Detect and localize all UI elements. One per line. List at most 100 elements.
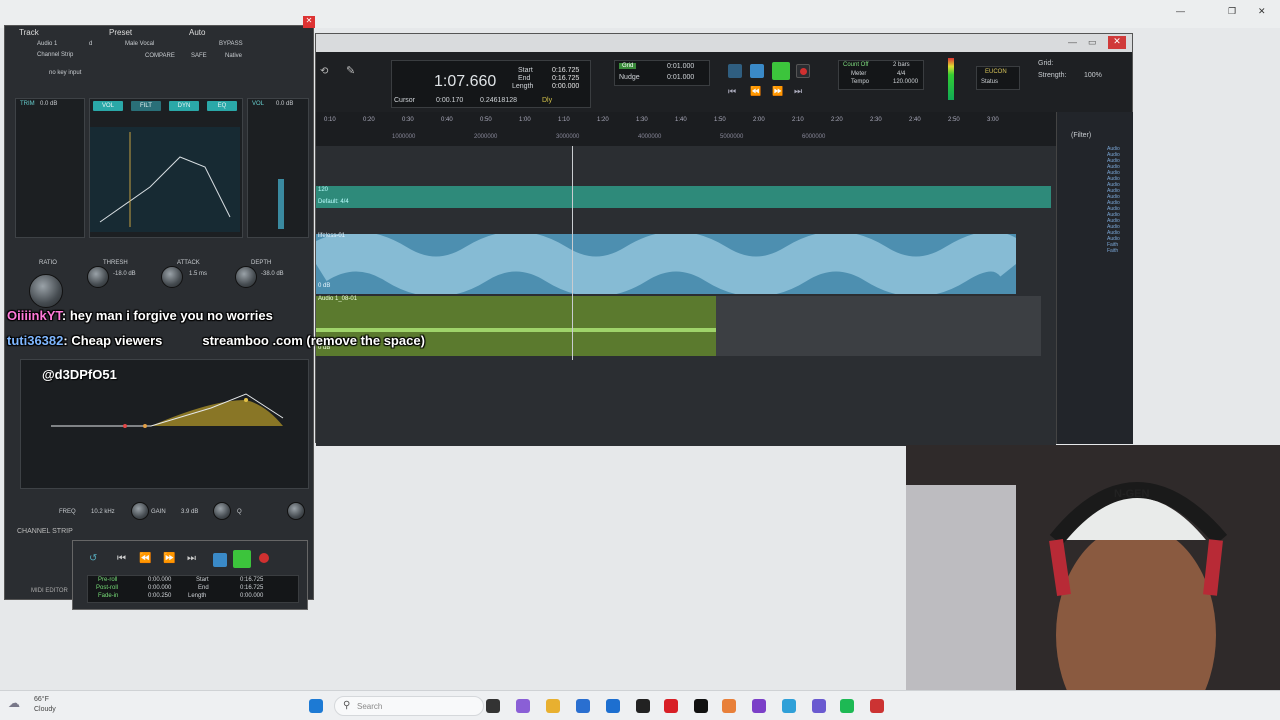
key-input-selector[interactable]: no key input [49,70,81,76]
loop-icon[interactable]: ↺ [89,553,97,564]
spotify-icon[interactable] [840,699,854,713]
mini-end-value[interactable]: 0:16.725 [240,585,263,591]
go-to-end-icon[interactable]: ⏭ [187,553,196,564]
preset-selector[interactable]: Male Vocal [125,41,154,47]
start-value[interactable]: 0:16.725 [552,67,579,74]
task-view-icon[interactable] [486,699,500,713]
copilot-icon[interactable] [516,699,530,713]
daw-minimize-icon[interactable]: — [1068,37,1077,47]
postroll-value[interactable]: 0:00.000 [148,585,171,591]
grid-value[interactable]: 0:01.000 [667,63,694,70]
tab-eq[interactable]: EQ [207,101,237,111]
tempo-value[interactable]: 120.0000 [893,79,918,85]
daw-maximize-icon[interactable]: ▭ [1088,37,1097,48]
safe-button[interactable]: SAFE [191,53,207,59]
minimize-icon[interactable]: — [1176,6,1185,16]
q-knob[interactable] [287,502,305,520]
grid-nudge-display[interactable]: Grid Nudge 0:01.000 0:01.000 [614,60,710,86]
vol-value[interactable]: 0.0 dB [276,101,293,107]
go-to-end-icon[interactable]: ⏭ [794,86,802,97]
nudge-value[interactable]: 0:01.000 [667,74,694,81]
taskbar-search[interactable]: ⚲ Search [334,696,484,716]
transport-bar: ⟲ ✎ 1:07.660 Start End Length 0:16.725 0… [316,52,1132,112]
outlook-icon[interactable] [606,699,620,713]
fadein-label[interactable]: Fade-in [98,593,118,599]
track-list-item[interactable]: Faith [1107,248,1118,254]
end-value[interactable]: 0:16.725 [552,75,579,82]
freq-value[interactable]: 10.2 kHz [91,509,115,515]
record-button[interactable] [796,64,810,78]
forward-icon[interactable]: ⏩ [772,86,783,97]
count-off-label[interactable]: Count Off [843,62,869,68]
rewind-to-start-icon[interactable]: ⏮ [728,86,736,97]
mini-start-value[interactable]: 0:16.725 [240,577,263,583]
ratio-knob[interactable] [29,274,63,308]
discord-icon[interactable] [812,699,826,713]
length-value[interactable]: 0:00.000 [552,83,579,90]
edge-icon[interactable] [782,699,796,713]
rewind-to-start-icon[interactable]: ⏮ [117,553,126,564]
strength-value[interactable]: 100% [1084,72,1102,79]
filter-label[interactable]: (Filter) [1071,132,1091,139]
weather-temp[interactable]: 66°F [34,696,49,703]
close-icon[interactable]: ✕ [1258,6,1266,17]
fadein-value[interactable]: 0:00.250 [148,593,171,599]
start-icon[interactable] [309,699,323,713]
attack-value[interactable]: 1.5 ms [189,271,207,277]
mini-record-icon[interactable] [259,553,269,563]
attack-knob[interactable] [161,266,183,288]
twitch-icon[interactable] [752,699,766,713]
obs-icon[interactable] [870,699,884,713]
delay-label[interactable]: Dly [542,97,552,104]
rewind-icon[interactable]: ⏪ [139,553,151,564]
stop-button[interactable] [750,64,764,78]
widgets-icon[interactable] [546,699,560,713]
thresh-value[interactable]: -18.0 dB [113,271,136,277]
x-icon[interactable] [694,699,708,713]
mini-play-button[interactable] [233,550,251,568]
mini-length-value[interactable]: 0:00.000 [240,593,263,599]
gain-knob[interactable] [213,502,231,520]
pencil-icon[interactable]: ✎ [346,64,355,77]
main-counter[interactable]: 1:07.660 Start End Length 0:16.725 0:16.… [391,60,591,108]
compare-button[interactable]: COMPARE [145,53,175,59]
plugin-close-icon[interactable]: ✕ [303,16,315,28]
track-selector[interactable]: Audio 1 [37,41,57,47]
daw-close-icon[interactable]: ✕ [1108,36,1126,49]
native-button[interactable]: Native [225,53,242,59]
depth-knob[interactable] [235,266,257,288]
weather-desc[interactable]: Cloudy [34,706,56,713]
mini-stop-button[interactable] [213,553,227,567]
meter-value[interactable]: 4/4 [897,71,905,77]
postroll-label[interactable]: Post-roll [96,585,118,591]
netflix-icon[interactable] [664,699,678,713]
loop-button[interactable] [728,64,742,78]
amazon-icon[interactable] [636,699,650,713]
trim-value[interactable]: 0.0 dB [40,101,57,107]
gain-value[interactable]: 3.9 dB [181,509,198,515]
tempo-display[interactable]: Count Off 2 bars Meter 4/4 Tempo 120.000… [838,60,924,90]
tool-icon[interactable]: ⟲ [320,66,328,77]
midi-editor-tab[interactable]: MIDI EDITOR [31,588,68,594]
audio-clip-1[interactable]: lifeless-01 0 dB [305,231,1032,297]
weather-icon[interactable]: ☁ [8,696,20,710]
thresh-knob[interactable] [87,266,109,288]
play-button[interactable] [772,62,790,80]
firefox-icon[interactable] [722,699,736,713]
preroll-label[interactable]: Pre-roll [98,577,117,583]
freq-knob[interactable] [131,502,149,520]
timeline-ruler[interactable]: 0:10 0:20 0:30 0:40 0:50 1:00 1:10 1:20 1:30 1:40… [316,112,1056,146]
tab-vol[interactable]: VOL [93,101,123,111]
plugin-selector[interactable]: Channel Strip [37,52,73,58]
maximize-icon[interactable]: ❐ [1228,6,1236,17]
file-explorer-icon[interactable] [576,699,590,713]
tab-filt[interactable]: FILT [131,101,161,111]
rewind-icon[interactable]: ⏪ [750,86,761,97]
playhead[interactable] [572,146,573,360]
eucon-status[interactable]: EUCON Status [976,66,1020,90]
depth-value[interactable]: -38.0 dB [261,271,284,277]
tab-dyn[interactable]: DYN [169,101,199,111]
bypass-button[interactable]: BYPASS [219,41,243,47]
preroll-value[interactable]: 0:00.000 [148,577,171,583]
forward-icon[interactable]: ⏩ [163,553,175,564]
